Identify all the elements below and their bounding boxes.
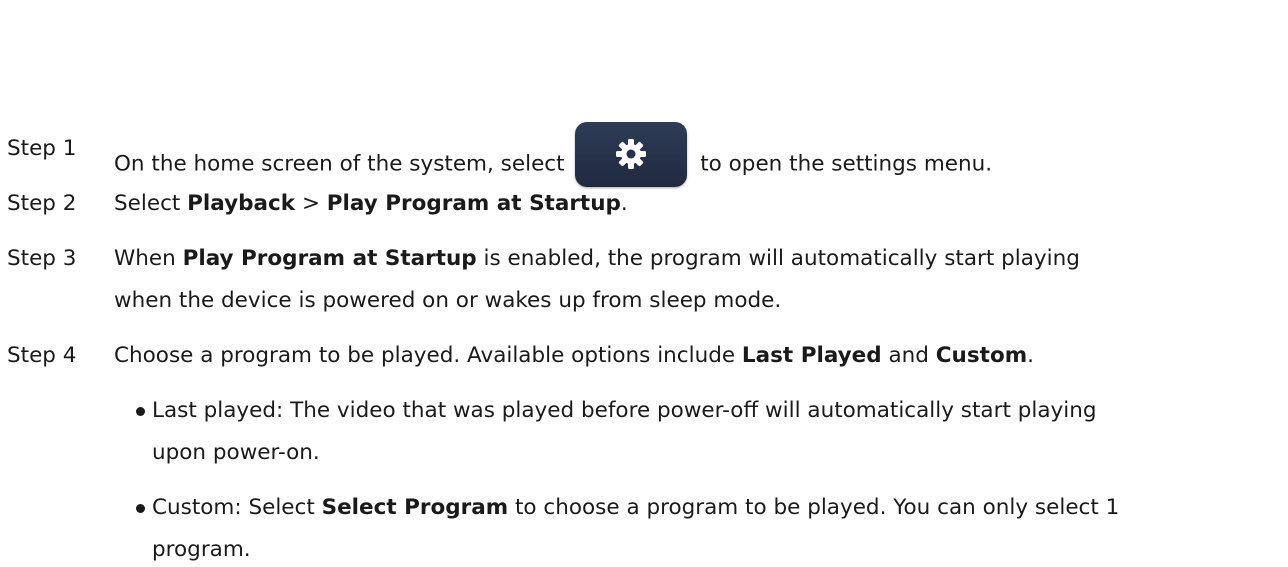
step-text-part: when the device is powered on or wakes u… <box>114 288 782 313</box>
bullet-dot <box>136 407 145 416</box>
option-select-program: Select Program <box>321 495 509 520</box>
bullet-text-part: Custom: Select <box>152 495 322 520</box>
step-text-part: to open the settings menu. <box>700 151 993 177</box>
menu-item-playback: Playback <box>187 191 296 216</box>
step-text-part: Choose a program to be played. Available… <box>114 343 742 368</box>
step-text-part: Select <box>114 191 188 216</box>
option-play-program-at-startup: Play Program at Startup <box>182 246 477 271</box>
step-text-part: and <box>881 343 936 368</box>
step-label: Step 1 <box>7 136 77 161</box>
step-text: Choose a program to be played. Available… <box>114 339 1284 373</box>
option-last-played: Last Played <box>741 343 882 368</box>
step-label: Step 3 <box>7 246 77 271</box>
settings-button[interactable] <box>575 122 688 187</box>
step-text-part: is enabled, the program will automatical… <box>476 246 1080 271</box>
step-text-part: . <box>1027 343 1034 368</box>
bullet-dot <box>136 504 145 513</box>
step-label: Step 2 <box>7 191 77 216</box>
bullet-line: Last played: The video that was played b… <box>152 398 1097 423</box>
option-custom: Custom <box>935 343 1028 368</box>
step-text-part: . <box>620 191 628 216</box>
menu-item-play-program-at-startup: Play Program at Startup <box>326 191 621 216</box>
bullet-text: Last played: The video that was played b… <box>152 394 1286 470</box>
bullet-line: program. <box>152 537 251 562</box>
bullet-line: upon power-on. <box>152 440 320 465</box>
step-text: Select Playback > Play Program at Startu… <box>114 187 1284 221</box>
gear-icon <box>616 139 647 169</box>
step-label: Step 4 <box>7 343 77 368</box>
step-text-part: On the home screen of the system, select <box>114 151 565 177</box>
step-text: When Play Program at Startup is enabled,… <box>114 242 1284 318</box>
path-separator: > <box>295 191 327 216</box>
bullet-text-part: to choose a program to be played. You ca… <box>508 495 1120 520</box>
step-text-part: When <box>114 246 183 271</box>
bullet-text: Custom: Select Select Program to choose … <box>152 491 1286 567</box>
